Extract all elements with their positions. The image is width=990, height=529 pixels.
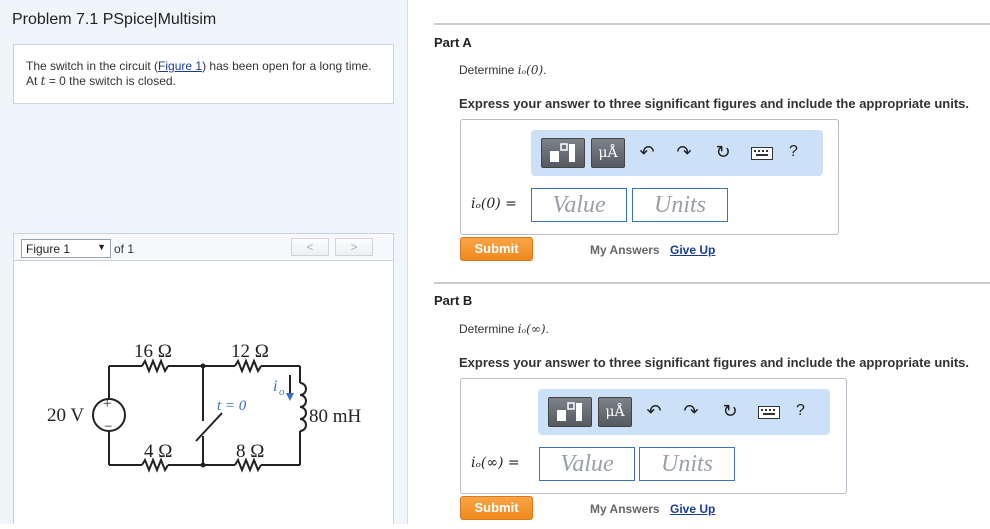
problem-title: Problem 7.1 PSpice|Multisim xyxy=(12,11,217,28)
current-label: i xyxy=(273,378,277,395)
source-label: 20 V xyxy=(47,405,84,426)
statement-text-end: = 0 the switch is closed. xyxy=(45,74,176,88)
part-a-submit-button[interactable]: Submit xyxy=(460,237,533,261)
prev-figure-button[interactable]: < xyxy=(291,238,329,256)
reset-icon[interactable]: ↻ xyxy=(718,401,742,422)
r3-label: 4 Ω xyxy=(144,441,172,462)
r1-label: 16 Ω xyxy=(134,341,172,362)
units-button[interactable]: μÅ xyxy=(598,397,632,427)
part-a-units-input[interactable]: Units xyxy=(632,188,728,222)
part-a-label: Part A xyxy=(434,35,472,50)
reset-icon[interactable]: ↻ xyxy=(711,142,735,163)
redo-icon[interactable]: ↷ xyxy=(679,401,703,422)
problem-statement: The switch in the circuit (Figure 1) has… xyxy=(13,44,394,104)
part-b-prompt: Determine iₒ(∞). xyxy=(459,322,549,336)
chevron-down-icon: ▼ xyxy=(97,242,106,252)
part-b-submit-button[interactable]: Submit xyxy=(460,496,533,520)
plus-sign: + xyxy=(103,396,111,412)
figure-select[interactable]: Figure 1 ▼ xyxy=(21,239,111,258)
part-a-equation-label: iₒ(0) = xyxy=(471,196,517,212)
part-a-divider xyxy=(434,23,990,25)
switch-label: t = 0 xyxy=(217,398,247,414)
help-icon[interactable]: ? xyxy=(796,402,805,420)
undo-icon[interactable]: ↶ xyxy=(635,142,659,163)
figure-toolbar: Figure 1 ▼ of 1 < > xyxy=(13,233,394,261)
circuit-diagram: 20 V 16 Ω 12 Ω 4 Ω 8 Ω 80 mH + − t = 0 i… xyxy=(47,341,362,473)
part-b-quantity: iₒ(∞) xyxy=(517,322,546,336)
redo-icon[interactable]: ↷ xyxy=(672,142,696,163)
templates-icon xyxy=(557,402,582,421)
help-icon[interactable]: ? xyxy=(789,143,798,161)
r4-label: 8 Ω xyxy=(236,441,264,462)
figure-select-value: Figure 1 xyxy=(26,242,71,256)
inductor-label: 80 mH xyxy=(309,406,362,427)
part-b-instructions: Express your answer to three significant… xyxy=(459,355,969,370)
keyboard-icon[interactable] xyxy=(758,406,780,419)
part-b-give-up-link[interactable]: Give Up xyxy=(670,502,715,516)
r2-label: 12 Ω xyxy=(231,341,269,362)
part-b-equation-label: iₒ(∞) = xyxy=(471,455,520,471)
undo-icon[interactable]: ↶ xyxy=(642,401,666,422)
part-b-my-answers[interactable]: My Answers xyxy=(590,502,660,516)
part-a-instructions: Express your answer to three significant… xyxy=(459,96,969,111)
part-a-determine: Determine xyxy=(459,63,515,77)
next-figure-button[interactable]: > xyxy=(335,238,373,256)
part-a-prompt: Determine iₒ(0). xyxy=(459,63,547,77)
figure-link[interactable]: Figure 1 xyxy=(158,59,202,73)
templates-button[interactable] xyxy=(541,138,585,168)
part-b-divider xyxy=(434,282,990,284)
keyboard-icon[interactable] xyxy=(751,147,773,160)
part-a-quantity: iₒ(0) xyxy=(517,63,544,77)
templates-icon xyxy=(550,143,575,162)
part-a-toolbar: μÅ ↶ ↷ ↻ ? xyxy=(531,130,823,176)
part-b-answer-box: μÅ ↶ ↷ ↻ ? iₒ(∞) = Value Units xyxy=(460,378,847,494)
part-b-units-input[interactable]: Units xyxy=(639,447,735,481)
current-subscript: o xyxy=(279,386,285,398)
statement-text-start: The switch in the circuit ( xyxy=(26,59,159,73)
figure-count: of 1 xyxy=(114,242,135,256)
part-b-value-input[interactable]: Value xyxy=(539,447,635,481)
part-a-give-up-link[interactable]: Give Up xyxy=(670,243,715,257)
part-b-determine: Determine xyxy=(459,322,515,336)
templates-button[interactable] xyxy=(548,397,592,427)
answer-panel: Part A Determine iₒ(0). Express your ans… xyxy=(409,0,990,524)
units-button[interactable]: μÅ xyxy=(591,138,625,168)
figure-canvas: 20 V 16 Ω 12 Ω 4 Ω 8 Ω 80 mH + − t = 0 i… xyxy=(13,261,394,524)
part-a-answer-box: μÅ ↶ ↷ ↻ ? iₒ(0) = Value Units xyxy=(460,119,839,235)
part-b-label: Part B xyxy=(434,293,473,308)
part-a-value-input[interactable]: Value xyxy=(531,188,627,222)
part-b-toolbar: μÅ ↶ ↷ ↻ ? xyxy=(538,389,830,435)
problem-panel: Problem 7.1 PSpice|Multisim The switch i… xyxy=(0,0,408,524)
part-a-my-answers[interactable]: My Answers xyxy=(590,243,660,257)
minus-sign: − xyxy=(104,419,112,435)
